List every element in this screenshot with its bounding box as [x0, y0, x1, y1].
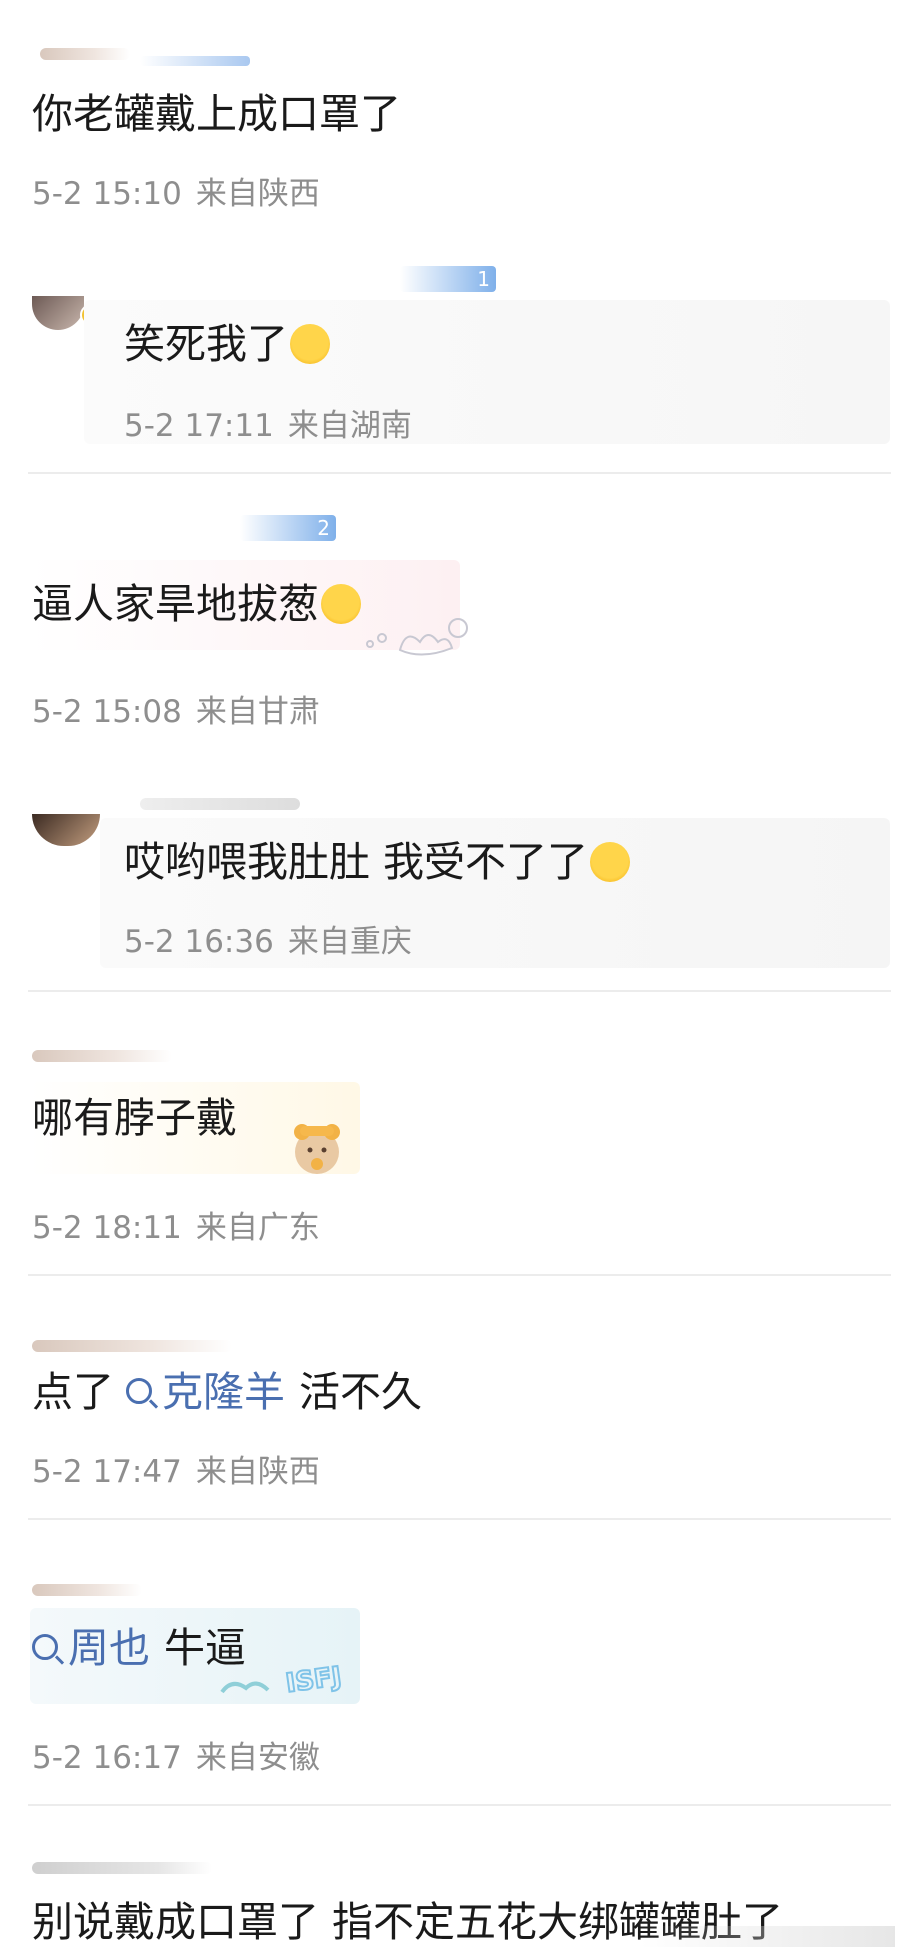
- isfj-sticker-text: ISFJ: [284, 1662, 343, 1699]
- comment-text: 周也 牛逼: [32, 1622, 246, 1674]
- comment-text: 哪有脖子戴: [32, 1094, 237, 1142]
- comment-text: 逼人家旱地拔葱: [32, 578, 361, 630]
- avatar[interactable]: [32, 296, 84, 330]
- level-badge: 2: [240, 515, 336, 541]
- comment-text-content: 笑死我了: [124, 320, 288, 368]
- topic-label: 克隆羊: [162, 1368, 285, 1416]
- comment-text: 你老罐戴上成口罩了: [32, 90, 401, 138]
- comment-location: 来自陕西: [195, 176, 320, 212]
- bear-sticker-icon: [284, 1118, 350, 1178]
- search-icon: [32, 1634, 58, 1660]
- username-blurred[interactable]: [32, 1340, 232, 1352]
- comment-location: 来自广东: [195, 1210, 320, 1246]
- comment-meta: 5-2 15:10 来自陕西: [32, 174, 320, 214]
- crying-laughing-emoji-icon: [290, 324, 330, 364]
- comment-text: 笑死我了: [124, 318, 330, 370]
- level-badge: 1: [400, 266, 496, 292]
- username-blurred[interactable]: [32, 1584, 142, 1596]
- divider: [28, 1274, 891, 1276]
- topic-label: 周也: [68, 1624, 150, 1672]
- comment-meta: 5-2 17:47 来自陕西: [32, 1452, 320, 1492]
- avatar[interactable]: [32, 814, 100, 846]
- comment-location: 来自陕西: [195, 1454, 320, 1490]
- comment-text-suffix: 活不久: [299, 1368, 422, 1416]
- laughing-emoji-icon: [321, 584, 361, 624]
- laughing-emoji-icon: [590, 842, 631, 882]
- comment-date: 5-2 18:11: [32, 1210, 182, 1246]
- comment-text-prefix: 点了: [32, 1368, 114, 1416]
- comment-text-content: 哎哟喂我肚肚 我受不了了: [124, 838, 589, 886]
- comment-text-content: 逼人家旱地拔葱: [32, 580, 319, 628]
- username-blurred[interactable]: [140, 798, 300, 810]
- comment-text: 点了 克隆羊 活不久: [32, 1366, 422, 1418]
- comment-date: 5-2 17:47: [32, 1454, 182, 1490]
- comment-meta: 5-2 18:11 来自广东: [32, 1208, 320, 1248]
- badge-strip: [140, 56, 250, 66]
- search-icon: [126, 1378, 152, 1404]
- comment-location: 来自安徽: [195, 1740, 320, 1776]
- divider: [28, 472, 891, 474]
- comment-meta: 5-2 17:11 来自湖南: [124, 406, 412, 446]
- cloud-doodle-sticker-icon: [360, 610, 480, 662]
- username-blurred[interactable]: [40, 48, 130, 60]
- divider: [28, 1804, 891, 1806]
- comment-date: 5-2 15:08: [32, 694, 182, 730]
- topic-link[interactable]: 克隆羊: [126, 1368, 285, 1416]
- isfj-sticker-icon: ISFJ: [216, 1654, 366, 1704]
- username-blurred[interactable]: [32, 1050, 172, 1062]
- comment-location: 来自甘肃: [195, 694, 320, 730]
- comment-meta: 5-2 16:17 来自安徽: [32, 1738, 320, 1778]
- watermark: [640, 1926, 895, 1947]
- comment-location: 来自重庆: [287, 924, 412, 960]
- comment-date: 5-2 16:36: [124, 924, 274, 960]
- divider: [28, 990, 891, 992]
- comment-date: 5-2 16:17: [32, 1740, 182, 1776]
- comment-meta: 5-2 16:36 来自重庆: [124, 922, 412, 962]
- topic-link[interactable]: 周也: [32, 1624, 150, 1672]
- comment-meta: 5-2 15:08 来自甘肃: [32, 692, 320, 732]
- username-blurred[interactable]: [32, 1862, 212, 1874]
- comment-location: 来自湖南: [287, 408, 412, 444]
- divider: [28, 1518, 891, 1520]
- comment-date: 5-2 15:10: [32, 176, 182, 212]
- comment-date: 5-2 17:11: [124, 408, 274, 444]
- comment-text: 哎哟喂我肚肚 我受不了了: [124, 836, 631, 888]
